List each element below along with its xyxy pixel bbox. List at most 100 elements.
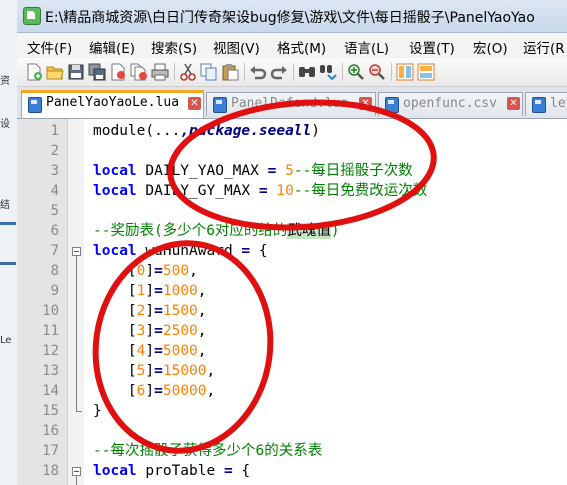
line-number: 17 [42, 443, 59, 459]
code-line[interactable]: 15} [17, 401, 567, 421]
code-token: 5 [285, 163, 294, 179]
paste-icon[interactable] [221, 63, 239, 81]
code-line[interactable]: 7 local wuHunAward = { [17, 241, 567, 261]
save-state-icon [532, 97, 546, 113]
save-state-icon [28, 97, 42, 113]
code-line[interactable]: 16 [17, 421, 567, 441]
close-tab-icon[interactable]: ✕ [188, 97, 201, 110]
replace-icon[interactable] [319, 63, 337, 81]
menu-edit[interactable]: 编辑(E) [89, 37, 135, 57]
code-token: = [154, 263, 163, 279]
code-token: ,package.seeall [180, 123, 312, 139]
code-line[interactable]: 4 local DAILY_GY_MAX = 10--每日免费改运次数 [17, 181, 567, 201]
code-line[interactable]: 11 [3]=2500, [17, 321, 567, 341]
code-token: } [93, 403, 102, 419]
undo-icon[interactable] [249, 63, 267, 81]
background-window-text: 设 [0, 119, 10, 130]
toolbar [17, 58, 567, 87]
code-line[interactable]: 6 --奖励表(多少个6对应的给的武魂值) [17, 221, 567, 241]
code-token: 500 [162, 263, 190, 279]
code-line[interactable]: 17 --每次摇骰子获得多少个6的关系表 [17, 441, 567, 461]
close-tab-icon[interactable]: ✕ [507, 97, 520, 110]
print-icon[interactable] [151, 63, 169, 81]
code-line[interactable]: 5 [17, 201, 567, 221]
background-window-text: 资 [0, 76, 10, 87]
code-token: = [154, 363, 163, 379]
close-tab-icon[interactable]: ✕ [359, 97, 372, 110]
tab-lev[interactable]: lev [525, 92, 567, 116]
line-number: 9 [50, 283, 59, 299]
code-line[interactable]: 1 module(...,package.seeall) [17, 121, 567, 141]
title-bar[interactable]: E:\精品商城资源\白日门传奇架设bug修复\游戏\文件\每日摇骰子\Panel… [17, 0, 567, 33]
code-text: local DAILY_GY_MAX = 10--每日免费改运次数 [93, 181, 427, 201]
close-icon[interactable] [109, 63, 127, 81]
menu-settings[interactable]: 设置(T) [409, 37, 455, 57]
code-token: --每日摇骰子次数 [293, 163, 413, 179]
open-file-icon[interactable] [46, 63, 64, 81]
code-token: = [258, 183, 268, 199]
code-token: = [154, 323, 163, 339]
line-number: 5 [50, 203, 59, 219]
code-line[interactable]: 9 [1]=1000, [17, 281, 567, 301]
save-all-icon[interactable] [88, 63, 106, 81]
code-line[interactable]: 3 local DAILY_YAO_MAX = 5--每日摇骰子次数 [17, 161, 567, 181]
code-text: } [93, 401, 102, 421]
menu-file[interactable]: 文件(F) [27, 37, 72, 57]
tab-panelyaoyaole[interactable]: PanelYaoYaoLe.lua ✕ [21, 90, 204, 118]
code-token: proTable [136, 463, 224, 479]
code-text: [0]=500, [93, 261, 198, 281]
zoom-out-icon[interactable] [368, 63, 386, 81]
new-file-icon[interactable] [25, 63, 43, 81]
save-icon[interactable] [67, 63, 85, 81]
code-text: [1]=1000, [93, 281, 207, 301]
menu-language[interactable]: 语言(L) [344, 37, 389, 57]
line-number: 1 [50, 123, 59, 139]
line-number: 7 [50, 243, 59, 259]
menu-view[interactable]: 视图(V) [213, 37, 260, 57]
menu-format[interactable]: 格式(M) [277, 37, 326, 57]
code-token: [ [93, 343, 137, 359]
code-line[interactable]: 12 [4]=5000, [17, 341, 567, 361]
code-token: --每日免费改运次数 [293, 183, 428, 199]
code-token: ) [330, 223, 340, 239]
code-token: --每次摇骰子获得多少个6的关系表 [93, 443, 323, 459]
menu-macro[interactable]: 宏(O) [473, 37, 508, 57]
copy-icon[interactable] [200, 63, 218, 81]
code-token: DAILY_YAO_MAX [136, 163, 268, 179]
tab-label: PanelYaoYaoLe.lua [46, 95, 180, 110]
zoom-in-icon[interactable] [347, 63, 365, 81]
background-window-text: Le [0, 335, 12, 346]
code-token: module(... [93, 123, 181, 139]
code-line[interactable]: 18 local proTable = { [17, 461, 567, 481]
code-token: = [154, 383, 163, 399]
tab-openfunc[interactable]: openfunc.csv ✕ [378, 92, 523, 116]
code-line[interactable]: 10 [2]=1500, [17, 301, 567, 321]
sync-h-icon[interactable] [417, 63, 435, 81]
cut-icon[interactable] [179, 63, 197, 81]
line-number: 4 [50, 183, 59, 199]
menu-search[interactable]: 搜索(S) [151, 37, 197, 57]
line-number: 10 [42, 303, 59, 319]
code-line[interactable]: 13 [5]=15000, [17, 361, 567, 381]
code-token: 5000 [162, 343, 198, 359]
line-number: 11 [42, 323, 59, 339]
code-token: , [197, 303, 207, 319]
fold-toggle-icon[interactable] [72, 467, 81, 476]
sync-v-icon[interactable] [396, 63, 414, 81]
code-token: , [197, 323, 207, 339]
code-editor[interactable]: 1 module(...,package.seeall) 2 3 local DAILY… [17, 119, 567, 485]
tab-paneldefend[interactable]: PanelDefend.lua ✕ [206, 92, 376, 116]
code-line[interactable]: 14 [6]=50000, [17, 381, 567, 401]
screenshot-root: 资 设 结 Le E:\精品商城资源\白日门传奇架设bug修复\游戏\文件\每日… [0, 0, 567, 485]
code-line[interactable]: 2 [17, 141, 567, 161]
code-line[interactable]: 8 [0]=500, [17, 261, 567, 281]
redo-icon[interactable] [270, 63, 288, 81]
code-text: [6]=50000, [93, 381, 215, 401]
line-number: 16 [42, 423, 59, 439]
code-token: ] [145, 323, 155, 339]
fold-toggle-icon[interactable] [72, 247, 81, 256]
menu-run[interactable]: 运行(R [523, 37, 565, 57]
find-icon[interactable] [298, 63, 316, 81]
code-text: module(...,package.seeall) [93, 121, 320, 141]
close-all-icon[interactable] [130, 63, 148, 81]
